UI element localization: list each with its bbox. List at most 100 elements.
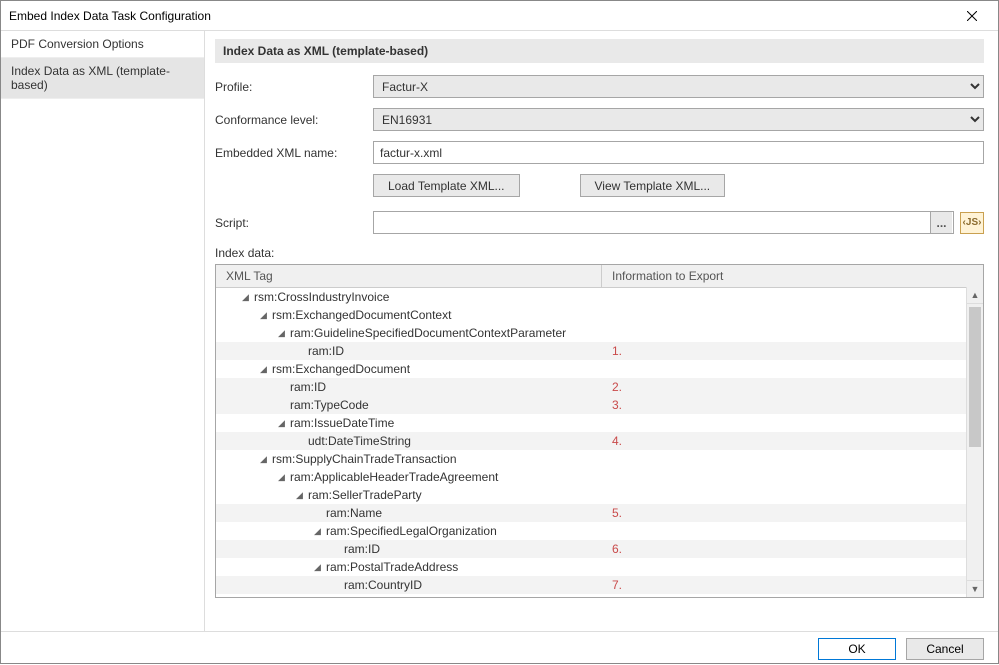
conformance-select[interactable]: EN16931 bbox=[373, 108, 984, 131]
tree-tag-label: rsm:SupplyChainTradeTransaction bbox=[272, 452, 457, 466]
tree-row[interactable]: ram:ID1.▾ bbox=[216, 342, 983, 360]
script-browse-button[interactable]: ... bbox=[930, 212, 952, 233]
expander-icon[interactable]: ◢ bbox=[296, 490, 304, 501]
tree-row[interactable]: ◢ rsm:ExchangedDocument bbox=[216, 360, 983, 378]
scroll-down-icon[interactable]: ▼ bbox=[967, 580, 983, 597]
window-title: Embed Index Data Task Configuration bbox=[9, 9, 954, 23]
tree-row[interactable]: ram:ID 2.▾ bbox=[216, 378, 983, 396]
tree-info-value: 5. bbox=[612, 506, 622, 520]
tree-tag-label: ram:SpecifiedLegalOrganization bbox=[326, 524, 497, 538]
scroll-up-icon[interactable]: ▲ bbox=[967, 287, 983, 304]
tree-tag-cell: ◢ ram:SellerTradeParty bbox=[216, 488, 602, 502]
tree-info-value: 1. bbox=[612, 344, 622, 358]
tree-info-cell[interactable]: 7.▾ bbox=[602, 578, 983, 592]
expander-icon[interactable]: ◢ bbox=[260, 364, 268, 375]
tree-row[interactable]: ◢ ram:IssueDateTime bbox=[216, 414, 983, 432]
expander-icon[interactable]: ◢ bbox=[278, 328, 286, 339]
tree-info-value: 7. bbox=[612, 578, 622, 592]
dialog-footer: OK Cancel bbox=[1, 631, 998, 665]
tree-info-value: 3. bbox=[612, 398, 622, 412]
tree-info-cell[interactable]: 4.▾ bbox=[602, 434, 983, 448]
tree-tag-cell: ◢ rsm:ExchangedDocument bbox=[216, 362, 602, 376]
tree-info-cell[interactable]: 5.▾ bbox=[602, 506, 983, 520]
tree-row[interactable]: ◢ rsm:SupplyChainTradeTransaction bbox=[216, 450, 983, 468]
tree-tag-cell: ◢ ram:SpecifiedLegalOrganization bbox=[216, 524, 602, 538]
profile-label: Profile: bbox=[215, 80, 373, 94]
tree-col-info[interactable]: Information to Export bbox=[602, 265, 983, 287]
tree-tag-cell: ram:TypeCode bbox=[216, 398, 602, 412]
tree-info-cell[interactable]: 3.▾ bbox=[602, 398, 983, 412]
tree-col-xml-tag[interactable]: XML Tag bbox=[216, 265, 602, 287]
tree-tag-cell: ram:ID bbox=[216, 380, 602, 394]
script-label: Script: bbox=[215, 216, 373, 230]
tree-tag-label: rsm:ExchangedDocument bbox=[272, 362, 410, 376]
scroll-thumb[interactable] bbox=[969, 307, 981, 447]
tree-info-value: 4. bbox=[612, 434, 622, 448]
tree-tag-label: ram:ID bbox=[290, 380, 326, 394]
expander-icon[interactable]: ◢ bbox=[260, 310, 268, 321]
tree-row[interactable]: ram:Name 5.▾ bbox=[216, 504, 983, 522]
tree-tag-label: ram:ID bbox=[344, 542, 380, 556]
tree-row[interactable]: ◢ram:BuyerTradeParty bbox=[216, 594, 983, 596]
tree-row[interactable]: ram:CountryID 7.▾ bbox=[216, 576, 983, 594]
expander-icon[interactable]: ◢ bbox=[278, 472, 286, 483]
sidebar: PDF Conversion Options Index Data as XML… bbox=[1, 31, 205, 631]
tree-row[interactable]: ◢ram:GuidelineSpecifiedDocumentContextPa… bbox=[216, 324, 983, 342]
tree-tag-cell: ◢ ram:ApplicableHeaderTradeAgreement bbox=[216, 470, 602, 484]
tree-tag-label: ram:IssueDateTime bbox=[290, 416, 394, 430]
tree-tag-cell: ram:ID bbox=[216, 542, 602, 556]
tree-row[interactable]: ◢ ram:ApplicableHeaderTradeAgreement bbox=[216, 468, 983, 486]
expander-icon[interactable]: ◢ bbox=[278, 418, 286, 429]
tree-row[interactable]: ◢ ram:SellerTradeParty bbox=[216, 486, 983, 504]
tree-tag-label: ram:CountryID bbox=[344, 578, 422, 592]
close-button[interactable] bbox=[954, 2, 990, 30]
tree-tag-label: ram:Name bbox=[326, 506, 382, 520]
tree-tag-label: rsm:ExchangedDocumentContext bbox=[272, 308, 451, 322]
load-template-button[interactable]: Load Template XML... bbox=[373, 174, 520, 197]
script-input[interactable]: ... bbox=[373, 211, 954, 234]
tree-tag-label: udt:DateTimeString bbox=[308, 434, 411, 448]
tree-info-value: 6. bbox=[612, 542, 622, 556]
tree-row[interactable]: ◢ ram:SpecifiedLegalOrganization bbox=[216, 522, 983, 540]
expander-icon[interactable]: ◢ bbox=[260, 454, 268, 465]
tree-row[interactable]: ◢ rsm:ExchangedDocumentContext bbox=[216, 306, 983, 324]
tree-tag-cell: ◢ ram:PostalTradeAddress bbox=[216, 560, 602, 574]
tree-scrollbar[interactable]: ▲ ▼ bbox=[966, 287, 983, 597]
expander-icon[interactable]: ◢ bbox=[242, 292, 250, 303]
tree-row[interactable]: ◢ rsm:CrossIndustryInvoice bbox=[216, 288, 983, 306]
close-icon bbox=[967, 11, 977, 21]
tree-info-cell[interactable]: 1.▾ bbox=[602, 344, 983, 358]
tree-tag-cell: udt:DateTimeString bbox=[216, 434, 602, 448]
tree-tag-label: ram:ApplicableHeaderTradeAgreement bbox=[290, 470, 498, 484]
tree-header: XML Tag Information to Export bbox=[216, 265, 983, 288]
xmlname-label: Embedded XML name: bbox=[215, 146, 373, 160]
tree-row[interactable]: ram:TypeCode 3.▾ bbox=[216, 396, 983, 414]
conformance-label: Conformance level: bbox=[215, 113, 373, 127]
expander-icon[interactable]: ◢ bbox=[314, 562, 322, 573]
indexdata-label: Index data: bbox=[215, 246, 984, 260]
tree-row[interactable]: ram:ID 6.▾ bbox=[216, 540, 983, 558]
tree-info-value: 2. bbox=[612, 380, 622, 394]
expander-icon[interactable]: ◢ bbox=[314, 526, 322, 537]
cancel-button[interactable]: Cancel bbox=[906, 638, 984, 660]
tree-row[interactable]: udt:DateTimeString 4.▾ bbox=[216, 432, 983, 450]
tree-tag-cell: ram:Name bbox=[216, 506, 602, 520]
tree-row[interactable]: ◢ ram:PostalTradeAddress bbox=[216, 558, 983, 576]
view-template-button[interactable]: View Template XML... bbox=[580, 174, 726, 197]
tree-tag-label: ram:PostalTradeAddress bbox=[326, 560, 458, 574]
title-bar: Embed Index Data Task Configuration bbox=[1, 1, 998, 31]
tree-info-cell[interactable]: 6.▾ bbox=[602, 542, 983, 556]
profile-select[interactable]: Factur-X bbox=[373, 75, 984, 98]
sidebar-item-index-data-xml[interactable]: Index Data as XML (template-based) bbox=[1, 58, 204, 99]
tree-tag-label: ram:SellerTradeParty bbox=[308, 488, 422, 502]
tree-info-cell[interactable]: 2.▾ bbox=[602, 380, 983, 394]
tree-tag-cell: ram:ID bbox=[216, 344, 602, 358]
js-button[interactable]: ‹JS› bbox=[960, 212, 984, 234]
xmlname-input[interactable] bbox=[373, 141, 984, 164]
ok-button[interactable]: OK bbox=[818, 638, 896, 660]
tree-tag-label: rsm:CrossIndustryInvoice bbox=[254, 290, 389, 304]
sidebar-item-pdf-conversion[interactable]: PDF Conversion Options bbox=[1, 31, 204, 58]
tree-tag-cell: ◢ram:GuidelineSpecifiedDocumentContextPa… bbox=[216, 326, 602, 340]
tree-tag-cell: ram:CountryID bbox=[216, 578, 602, 592]
tree-tag-label: ram:TypeCode bbox=[290, 398, 369, 412]
